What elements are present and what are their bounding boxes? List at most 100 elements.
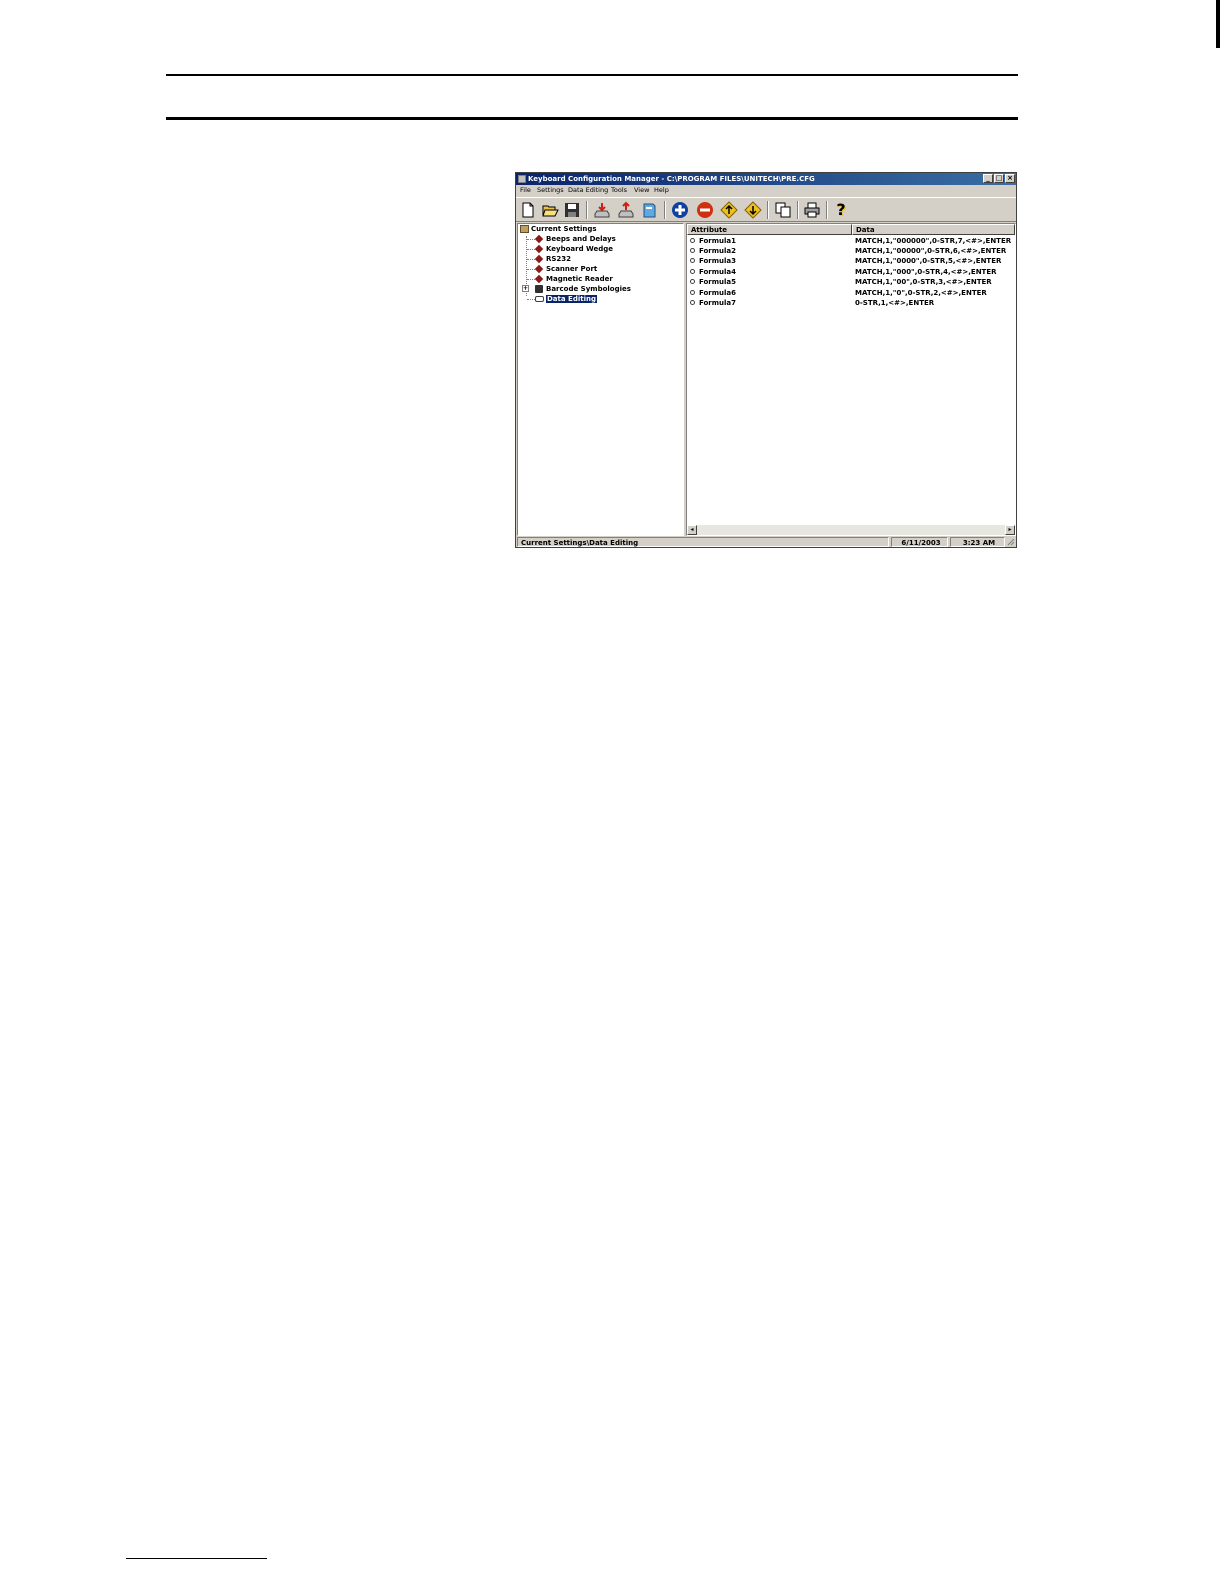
toolbar-separator (826, 201, 828, 219)
tree-connector (527, 259, 535, 260)
formula-bullet-icon (690, 258, 695, 263)
table-row[interactable]: Formula6 MATCH,1,"0",0-STR,2,<#>,ENTER (687, 288, 1015, 298)
table-row[interactable]: Formula1 MATCH,1,"000000",0-STR,7,<#>,EN… (687, 236, 1015, 246)
add-icon[interactable] (671, 201, 689, 219)
row-data: MATCH,1,"0",0-STR,2,<#>,ENTER (855, 289, 987, 297)
maximize-button[interactable]: □ (994, 174, 1004, 183)
help-icon[interactable]: ? (832, 201, 850, 219)
upload-icon[interactable] (617, 201, 635, 219)
tree-connector (527, 239, 535, 240)
resize-grip-icon[interactable] (1007, 538, 1015, 546)
row-data: MATCH,1,"0000",0-STR,5,<#>,ENTER (855, 257, 1002, 265)
footnote-rule (126, 1558, 267, 1559)
keyboard-node-icon (534, 244, 544, 254)
status-date: 6/11/2003 (891, 537, 948, 547)
row-data: 0-STR,1,<#>,ENTER (855, 299, 935, 307)
status-bar: Current Settings\Data Editing 6/11/2003 … (516, 537, 1016, 547)
menu-tools[interactable]: Tools (611, 185, 627, 196)
tree-item-data-editing[interactable]: Data Editing (546, 294, 597, 304)
menu-settings[interactable]: Settings (537, 185, 564, 196)
download-icon[interactable] (593, 201, 611, 219)
close-button[interactable]: × (1005, 174, 1015, 183)
magnetic-node-icon (534, 274, 544, 284)
menu-help[interactable]: Help (654, 185, 669, 196)
remove-icon[interactable] (696, 201, 714, 219)
barcode-node-icon (535, 285, 543, 293)
tree-item-barcode-symbologies[interactable]: Barcode Symbologies (546, 284, 631, 294)
menu-view[interactable]: View (634, 185, 649, 196)
status-time: 3:23 AM (950, 537, 1005, 547)
table-row[interactable]: Formula3 MATCH,1,"0000",0-STR,5,<#>,ENTE… (687, 256, 1015, 266)
row-attribute: Formula6 (699, 289, 737, 297)
table-row[interactable]: Formula7 0-STR,1,<#>,ENTER (687, 298, 1015, 308)
row-attribute: Formula4 (699, 268, 737, 276)
toolbar-separator (797, 201, 799, 219)
toolbar-separator (664, 201, 666, 219)
tree-item-beeps-and-delays[interactable]: Beeps and Delays (546, 234, 616, 244)
move-down-icon[interactable] (744, 201, 762, 219)
table-row[interactable]: Formula2 MATCH,1,"00000",0-STR,6,<#>,ENT… (687, 246, 1015, 256)
column-header-attribute[interactable]: Attribute (687, 224, 852, 235)
row-attribute: Formula2 (699, 247, 737, 255)
header-rule-thick (166, 117, 1018, 120)
rs232-node-icon (534, 254, 544, 264)
tree-item-keyboard-wedge[interactable]: Keyboard Wedge (546, 244, 613, 254)
toolbar-separator (767, 201, 769, 219)
column-header-data[interactable]: Data (852, 224, 1015, 235)
print-icon[interactable] (803, 201, 821, 219)
row-attribute: Formula1 (699, 237, 737, 245)
attribute-list-pane[interactable]: Attribute Data Formula1 MATCH,1,"000000"… (686, 223, 1016, 536)
menu-file[interactable]: File (520, 185, 531, 196)
save-icon[interactable] (563, 201, 581, 219)
formula-bullet-icon (690, 248, 695, 253)
status-path: Current Settings\Data Editing (517, 537, 889, 547)
row-attribute: Formula3 (699, 257, 737, 265)
new-file-icon[interactable] (519, 201, 537, 219)
scanner-node-icon (534, 264, 544, 274)
data-editing-node-icon (535, 296, 544, 302)
table-row[interactable]: Formula4 MATCH,1,"000",0-STR,4,<#>,ENTER (687, 267, 1015, 277)
formula-bullet-icon (690, 290, 695, 295)
notebook-icon[interactable] (640, 201, 658, 219)
scroll-right-button[interactable]: ▸ (1005, 525, 1015, 535)
scroll-left-button[interactable]: ◂ (687, 525, 697, 535)
header-rule-thin (166, 74, 1018, 76)
tree-item-scanner-port[interactable]: Scanner Port (546, 264, 597, 274)
menu-data-editing[interactable]: Data Editing (568, 185, 608, 196)
tree-connector (527, 249, 535, 250)
horizontal-scrollbar[interactable]: ◂ ▸ (687, 525, 1015, 535)
row-attribute: Formula5 (699, 278, 737, 286)
tree-connector (527, 269, 535, 270)
move-up-icon[interactable] (720, 201, 738, 219)
title-bar[interactable]: Keyboard Configuration Manager - C:\PROG… (516, 173, 1016, 185)
page-edge-bar (1216, 0, 1220, 48)
menu-bar: File Settings Data Editing Tools View He… (516, 185, 1016, 196)
formula-bullet-icon (690, 279, 695, 284)
row-attribute: Formula7 (699, 299, 737, 307)
app-icon[interactable] (518, 175, 526, 183)
selected-label: Data Editing (546, 295, 597, 303)
row-data: MATCH,1,"000",0-STR,4,<#>,ENTER (855, 268, 997, 276)
minimize-button[interactable]: _ (983, 174, 993, 183)
row-data: MATCH,1,"000000",0-STR,7,<#>,ENTER (855, 237, 1012, 245)
toolbar: ? (516, 197, 1016, 222)
formula-bullet-icon (690, 269, 695, 274)
tree-expand-toggle[interactable]: + (522, 285, 529, 292)
window-title: Keyboard Configuration Manager - C:\PROG… (528, 175, 815, 183)
tree-item-magnetic-reader[interactable]: Magnetic Reader (546, 274, 613, 284)
toolbar-separator (586, 201, 588, 219)
formula-bullet-icon (690, 238, 695, 243)
formula-bullet-icon (690, 300, 695, 305)
settings-folder-icon (520, 225, 529, 233)
row-data: MATCH,1,"00",0-STR,3,<#>,ENTER (855, 278, 992, 286)
tree-root-current-settings[interactable]: Current Settings (531, 224, 597, 234)
app-window: Keyboard Configuration Manager - C:\PROG… (515, 172, 1017, 548)
tree-pane[interactable]: Current Settings Beeps and Delays Keyboa… (517, 223, 684, 536)
beeps-node-icon (534, 234, 544, 244)
tree-item-rs232[interactable]: RS232 (546, 254, 571, 264)
open-folder-icon[interactable] (541, 201, 559, 219)
copy-icon[interactable] (774, 201, 792, 219)
table-row[interactable]: Formula5 MATCH,1,"00",0-STR,3,<#>,ENTER (687, 277, 1015, 287)
tree-connector (527, 279, 535, 280)
tree-connector (527, 299, 535, 300)
